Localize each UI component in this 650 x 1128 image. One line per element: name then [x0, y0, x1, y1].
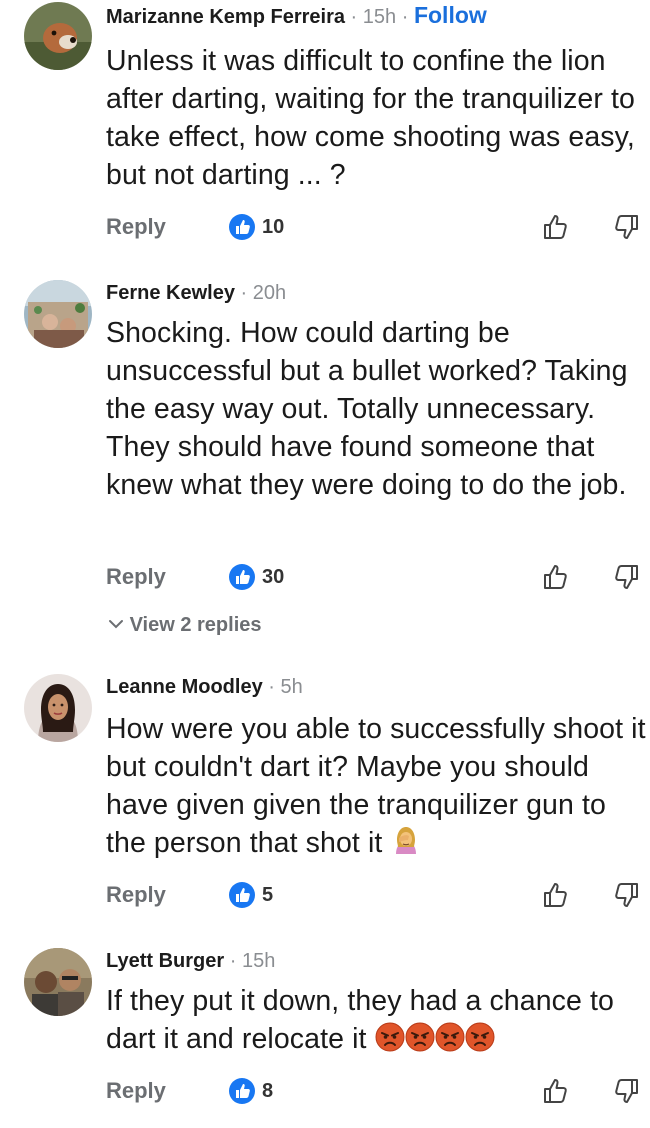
reply-button[interactable]: Reply — [106, 1078, 166, 1104]
like-count: 8 — [262, 1079, 274, 1102]
like-badge-icon — [228, 1077, 256, 1105]
comment-text-content: How were you able to successfully shoot … — [106, 713, 646, 859]
view-replies-label: View 2 replies — [129, 614, 262, 636]
thumbs-down-icon[interactable] — [612, 880, 642, 910]
like-count: 10 — [262, 215, 285, 238]
comment-header: Ferne Kewley · 20h — [106, 280, 286, 306]
comment-text: Unless it was difficult to confine the l… — [106, 45, 635, 191]
comment-text: Shocking. How could darting be unsuccess… — [106, 317, 628, 501]
comment-actions: Reply 10 — [0, 210, 650, 244]
thumbs-up-icon[interactable] — [540, 1076, 570, 1106]
reply-button[interactable]: Reply — [106, 214, 166, 240]
comment-header: Marizanne Kemp Ferreira · 15h · Follow — [106, 2, 487, 30]
comment-header: Leanne Moodley · 5h — [106, 674, 303, 700]
like-badge-icon — [228, 881, 256, 909]
thumbs-up-icon[interactable] — [540, 562, 570, 592]
author-name[interactable]: Lyett Burger — [106, 950, 224, 972]
like-badge-icon — [228, 563, 256, 591]
facepalm-emoji-icon — [396, 827, 417, 854]
reply-button[interactable]: Reply — [106, 564, 166, 590]
avatar[interactable] — [24, 2, 92, 70]
view-replies-link[interactable]: View 2 replies — [108, 614, 262, 637]
author-name[interactable]: Leanne Moodley — [106, 676, 263, 698]
separator: · — [350, 6, 358, 28]
like-badge-icon — [228, 213, 256, 241]
angry-face-emoji-icon — [435, 1022, 465, 1052]
thumbs-down-icon[interactable] — [612, 1076, 642, 1106]
thumbs-down-icon[interactable] — [612, 212, 642, 242]
comment-actions: Reply 30 — [0, 560, 650, 594]
angry-face-emoji-icon — [405, 1022, 435, 1052]
like-count: 30 — [262, 565, 285, 588]
reaction-count[interactable]: 10 — [228, 210, 284, 244]
comment-text: How were you able to successfully shoot … — [106, 710, 646, 862]
timestamp[interactable]: 5h — [281, 676, 303, 698]
comment-text: If they put it down, they had a chance t… — [106, 982, 646, 1058]
author-name[interactable]: Ferne Kewley — [106, 282, 235, 304]
angry-face-emoji-icon — [375, 1022, 405, 1052]
separator: · — [268, 676, 275, 698]
reaction-count[interactable]: 5 — [228, 878, 273, 912]
separator: · — [240, 282, 248, 304]
thumbs-up-icon[interactable] — [540, 880, 570, 910]
avatar[interactable] — [24, 948, 92, 1016]
comment-actions: Reply 8 — [0, 1074, 650, 1108]
thumbs-up-icon[interactable] — [540, 212, 570, 242]
timestamp[interactable]: 20h — [253, 282, 286, 304]
comment-text-content: If they put it down, they had a chance t… — [106, 985, 614, 1055]
reaction-count[interactable]: 8 — [228, 1074, 273, 1108]
follow-button[interactable]: Follow — [414, 2, 487, 28]
like-count: 5 — [262, 883, 274, 906]
comment-header: Lyett Burger · 15h — [106, 948, 275, 974]
chevron-down-icon — [109, 620, 123, 629]
angry-face-emoji-icon — [465, 1022, 495, 1052]
separator: · — [401, 6, 409, 28]
comment-actions: Reply 5 — [0, 878, 650, 912]
reply-button[interactable]: Reply — [106, 882, 166, 908]
timestamp[interactable]: 15h — [363, 6, 396, 28]
avatar[interactable] — [24, 280, 92, 348]
reaction-count[interactable]: 30 — [228, 560, 284, 594]
separator: · — [229, 950, 237, 972]
avatar[interactable] — [24, 674, 92, 742]
thumbs-down-icon[interactable] — [612, 562, 642, 592]
timestamp[interactable]: 15h — [242, 950, 275, 972]
author-name[interactable]: Marizanne Kemp Ferreira — [106, 6, 345, 28]
